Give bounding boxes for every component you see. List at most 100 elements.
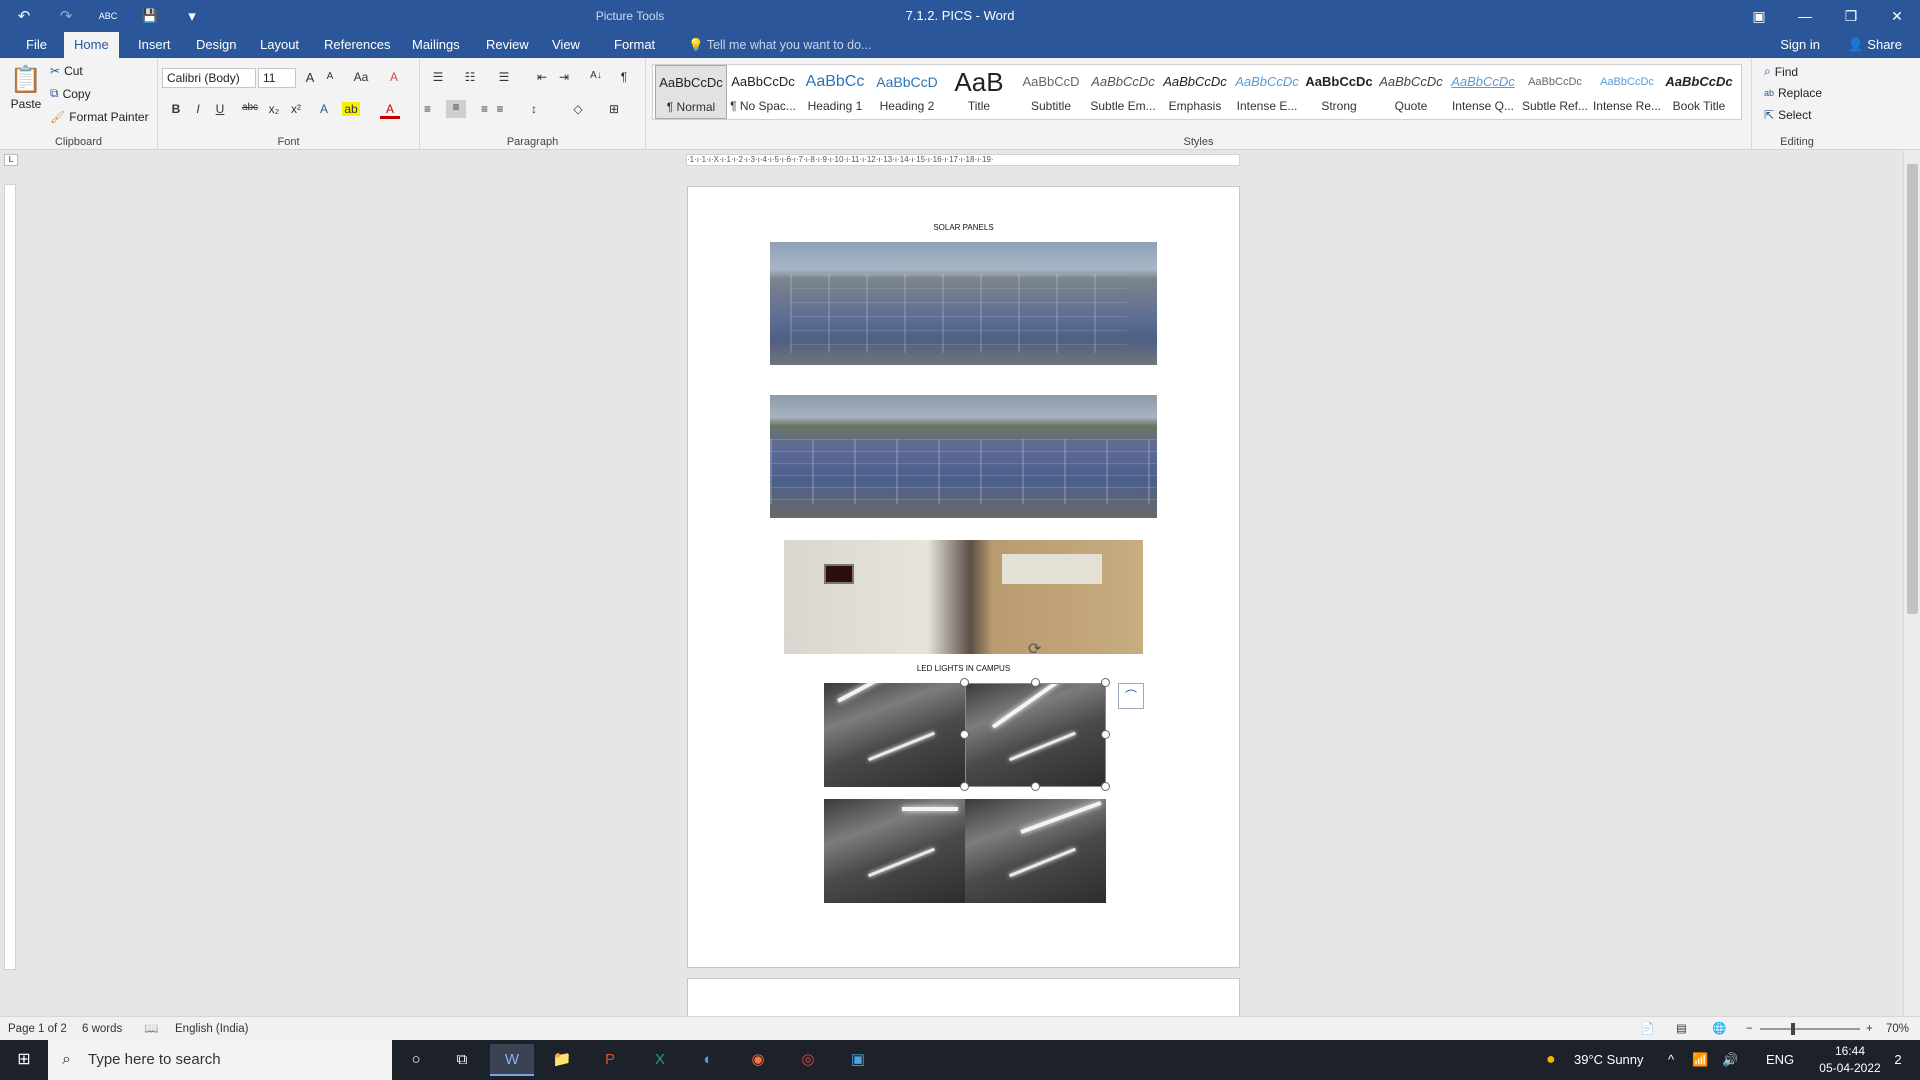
solar-panel-photo-1[interactable] [770,242,1157,365]
align-right-button[interactable]: ≡ [468,102,488,116]
clear-formatting-button[interactable]: A [384,70,404,84]
powerpoint-app-icon[interactable]: P [588,1044,632,1076]
style-no-spacing[interactable]: AaBbCcDc ¶ No Spac... [727,65,799,119]
print-layout-icon[interactable]: ▤ [1676,1017,1687,1041]
multilevel-list-button[interactable]: ☰ [494,70,514,84]
zoom-in-icon[interactable]: + [1866,1017,1873,1041]
chrome-browser-icon[interactable]: ◎ [786,1044,830,1076]
font-size-combo[interactable]: 11 [258,68,296,88]
select-button[interactable]: ⇱ Select [1764,108,1811,122]
numbering-button[interactable]: ☷ [460,70,480,84]
style-emphasis[interactable]: AaBbCcDc Emphasis [1159,65,1231,119]
style-intense-quote[interactable]: AaBbCcDc Intense Q... [1447,65,1519,119]
notifications-icon[interactable]: 2 [1884,1040,1912,1080]
italic-button[interactable]: I [188,102,208,116]
resize-handle[interactable] [1101,678,1110,687]
network-icon[interactable]: 📶 [1692,1040,1708,1080]
restore-button[interactable]: ❐ [1828,0,1874,32]
close-button[interactable]: ✕ [1874,0,1920,32]
shrink-font-button[interactable]: A [320,71,340,82]
firefox-browser-icon[interactable]: ◉ [736,1044,780,1076]
tab-view[interactable]: View [542,32,590,58]
ribbon-display-options-icon[interactable]: ▣ [1736,0,1782,32]
tab-layout[interactable]: Layout [250,32,309,58]
tab-review[interactable]: Review [476,32,539,58]
bullets-button[interactable]: ☰ [428,70,448,84]
cut-button[interactable]: ✂ Cut [50,64,83,78]
style-subtitle[interactable]: AaBbCcD Subtitle [1015,65,1087,119]
resize-handle[interactable] [960,782,969,791]
file-explorer-icon[interactable]: 📁 [540,1044,584,1076]
copy-button[interactable]: ⧉ Copy [50,86,91,101]
solar-panel-photo-2[interactable] [770,395,1157,518]
cortana-icon[interactable]: ○ [394,1044,438,1076]
excel-app-icon[interactable]: X [638,1044,682,1076]
show-marks-button[interactable]: ¶ [614,70,634,84]
undo-icon[interactable]: ↶ [10,7,38,25]
tab-design[interactable]: Design [186,32,246,58]
bold-button[interactable]: B [166,102,186,116]
tab-format[interactable]: Format [604,32,665,58]
document-page[interactable]: SOLAR PANELS LED LIGHTS IN CAMPUS ⟳ ⌒ [687,186,1240,968]
style-heading-2[interactable]: AaBbCcD Heading 2 [871,65,943,119]
clock[interactable]: 16:44 05-04-2022 [1810,1043,1890,1077]
proofing-icon[interactable]: 📖 [144,1017,158,1041]
align-left-button[interactable]: ≡ [424,102,444,116]
resize-handle[interactable] [960,730,969,739]
zoom-slider[interactable] [1760,1023,1860,1035]
font-name-combo[interactable]: Calibri (Body) [162,68,256,88]
resize-handle[interactable] [1031,782,1040,791]
read-mode-icon[interactable]: 📄 [1640,1017,1654,1041]
subscript-button[interactable]: x₂ [264,102,284,116]
word-app-icon[interactable]: W [490,1044,534,1076]
underline-button[interactable]: U [210,102,230,116]
sort-button[interactable]: A↓ [586,70,606,81]
format-painter-button[interactable]: 🖌 Format Painter [50,110,149,124]
strikethrough-button[interactable]: abc [238,102,262,113]
vertical-ruler[interactable] [4,184,16,970]
web-layout-icon[interactable]: 🌐 [1712,1017,1726,1041]
zoom-slider-thumb[interactable] [1791,1023,1796,1035]
shading-button[interactable]: ◇ [568,102,588,116]
increase-indent-button[interactable]: ⇥ [554,70,574,84]
language-indicator[interactable]: English (India) [175,1017,249,1041]
tab-home[interactable]: Home [64,32,119,58]
justify-button[interactable]: ≡ [490,102,510,116]
tell-me-search[interactable]: 💡 Tell me what you want to do... [688,32,871,58]
vertical-scrollbar[interactable] [1903,150,1920,1016]
rotate-handle-icon[interactable]: ⟳ [1028,639,1041,659]
superscript-button[interactable]: x² [286,102,306,116]
minimize-button[interactable]: — [1782,0,1828,32]
led-photo-3[interactable] [824,799,965,903]
style-strong[interactable]: AaBbCcDc Strong [1303,65,1375,119]
align-center-button[interactable]: ≡ [446,100,466,118]
tab-insert[interactable]: Insert [128,32,181,58]
highlight-button[interactable]: ab [342,102,360,116]
line-spacing-button[interactable]: ↕ [524,102,544,116]
zoom-level[interactable]: 70% [1886,1017,1909,1041]
task-view-icon[interactable]: ⧉ [440,1044,484,1076]
led-photo-1[interactable] [824,683,965,787]
borders-button[interactable]: ⊞ [604,102,624,116]
layout-options-icon[interactable]: ⌒ [1118,683,1144,709]
replace-button[interactable]: ab Replace [1764,86,1822,100]
save-icon[interactable]: 💾 [136,8,164,24]
windows-start-icon[interactable]: ⊞ [0,1040,48,1080]
resize-handle[interactable] [1031,678,1040,687]
text-effects-button[interactable]: A [314,102,334,116]
style-quote[interactable]: AaBbCcDc Quote [1375,65,1447,119]
style-book-title[interactable]: AaBbCcDc Book Title [1663,65,1735,119]
scrollbar-thumb[interactable] [1907,164,1918,614]
input-language[interactable]: ENG [1766,1040,1794,1080]
sign-in-link[interactable]: Sign in [1780,32,1820,58]
resize-handle[interactable] [960,678,969,687]
share-button[interactable]: 👤 Share [1847,32,1902,58]
page-count[interactable]: Page 1 of 2 [8,1017,67,1041]
customize-qat-icon[interactable]: ▾ [178,7,206,25]
photos-app-icon[interactable]: ▣ [836,1044,880,1076]
speaker-icon[interactable]: 🔊 [1722,1040,1738,1080]
led-photo-4[interactable] [965,799,1106,903]
word-count[interactable]: 6 words [82,1017,122,1041]
edge-browser-icon[interactable]: ◐ [686,1044,730,1076]
style-title[interactable]: AaB Title [943,65,1015,119]
